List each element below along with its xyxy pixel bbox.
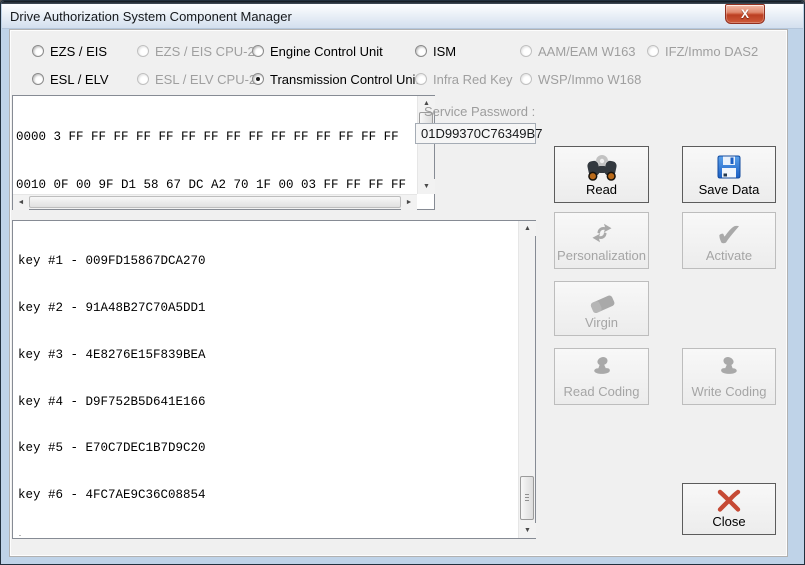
dialog-window: Drive Authorization System Component Man… [0,0,805,565]
radio-ezs-eis-cpu2: EZS / EIS CPU-2 [137,43,255,59]
radio-circle-icon [520,45,532,57]
button-label: Virgin [584,315,618,330]
log-line: key #6 - 4FC7AE9C36C08854 [18,488,206,503]
radio-label: AAM/EAM W163 [538,43,636,59]
radio-circle-icon [32,73,44,85]
radio-esl-elv-cpu2: ESL / ELV CPU-2 [137,71,256,87]
button-label: Personalization [557,248,646,263]
radio-circle-icon [415,45,427,57]
red-x-icon [683,489,775,513]
radio-transmission-control-unit[interactable]: Transmission Control Unit [252,71,419,87]
radio-ism[interactable]: ISM [415,43,456,59]
radio-circle-icon [415,73,427,85]
refresh-arrows-icon [555,219,648,247]
window-title: Drive Authorization System Component Man… [10,9,292,24]
radio-circle-icon [137,73,149,85]
radio-label: Transmission Control Unit [270,71,420,87]
button-label: Read [585,182,618,197]
scroll-up-icon[interactable]: ▲ [519,221,536,236]
radio-selected-icon [252,73,264,85]
radio-circle-icon [647,45,659,57]
log-line: key #5 - E70C7DEC1B7D9C20 [18,441,206,456]
title-bar[interactable]: Drive Authorization System Component Man… [2,4,803,29]
log-line: key #4 - D9F752B5D641E166 [18,394,206,409]
binoculars-icon [555,153,648,183]
radio-engine-control-unit[interactable]: Engine Control Unit [252,43,383,59]
button-label: Close [712,514,746,529]
hex-line: 0000 3 FF FF FF FF FF FF FF FF FF FF FF … [16,130,399,144]
hex-horizontal-scrollbar[interactable]: ◄ ► [13,194,417,210]
save-data-button[interactable]: Save Data [682,146,776,203]
log-line: key #1 - 009FD15867DCA270 [18,254,206,269]
radio-infra-red-key: Infra Red Key [415,71,513,87]
hex-dump-view[interactable]: 0000 3 FF FF FF FF FF FF FF FF FF FF FF … [12,95,435,210]
scrollbar-grip-icon [525,494,529,502]
log-line: key #2 - 91A48B27C70A5DD1 [18,300,206,315]
radio-label: ESL / ELV [50,71,109,87]
radio-circle-icon [520,73,532,85]
log-vertical-scrollbar[interactable]: ▲ ▼ [518,221,536,538]
hex-line: 0010 0F 00 9F D1 58 67 DC A2 70 1F 00 03… [16,178,407,192]
coding-stamp-icon [683,355,775,381]
client-panel: EZS / EIS EZS / EIS CPU-2 Engine Control… [9,29,788,557]
window-close-button[interactable]: X [725,4,765,24]
log-output[interactable]: key #1 - 009FD15867DCA270 key #2 - 91A48… [12,220,536,539]
hex-dump-text: 0000 3 FF FF FF FF FF FF FF FF FF FF FF … [16,97,416,193]
button-label: Write Coding [691,384,767,399]
radio-circle-icon [252,45,264,57]
virgin-button: Virgin [554,281,649,336]
log-text: key #1 - 009FD15867DCA270 key #2 - 91A48… [18,223,516,536]
radio-label: Engine Control Unit [270,43,383,59]
radio-aam-eam-w163: AAM/EAM W163 [520,43,636,59]
read-button[interactable]: Read [554,146,649,203]
scroll-left-icon[interactable]: ◄ [13,195,29,210]
hex-hscrollbar-thumb[interactable] [29,196,401,208]
radio-label: EZS / EIS [50,43,108,59]
radio-label: EZS / EIS CPU-2 [155,43,255,59]
scroll-down-icon[interactable]: ▼ [519,523,536,538]
write-coding-button: Write Coding [682,348,776,405]
log-scrollbar-thumb[interactable] [520,476,534,520]
service-password-field[interactable]: 01D99370C76349B7 [415,123,542,144]
log-line: key #7 - E8685410527ADD94 [18,535,516,536]
button-label: Read Coding [563,384,640,399]
scroll-right-icon[interactable]: ► [401,195,417,210]
coding-stamp-icon [555,355,648,381]
radio-circle-icon [32,45,44,57]
radio-ifz-immo-das2: IFZ/Immo DAS2 [647,43,758,59]
radio-wsp-immo-w168: WSP/Immo W168 [520,71,641,87]
close-button[interactable]: Close [682,483,776,535]
close-window-icon: X [740,7,749,21]
checkmark-icon: ✔ [715,216,743,254]
service-password-label: Service Password : [424,104,536,119]
radio-ezs-eis[interactable]: EZS / EIS [32,43,107,59]
radio-label: ISM [433,43,457,59]
radio-label: Infra Red Key [433,71,513,87]
radio-circle-icon [137,45,149,57]
read-coding-button: Read Coding [554,348,649,405]
log-line: key #3 - 4E8276E15F839BEA [18,347,206,362]
floppy-disk-icon [683,153,775,181]
radio-esl-elv[interactable]: ESL / ELV [32,71,109,87]
personalization-button: Personalization [554,212,649,269]
radio-label: WSP/Immo W168 [538,71,642,87]
service-password-value: 01D99370C76349B7 [421,126,543,141]
radio-label: IFZ/Immo DAS2 [665,43,759,59]
activate-button: ✔ Activate [682,212,776,269]
scroll-down-icon[interactable]: ▼ [418,179,435,194]
radio-label: ESL / ELV CPU-2 [155,71,257,87]
eraser-icon [555,291,648,317]
button-label: Save Data [698,182,760,197]
